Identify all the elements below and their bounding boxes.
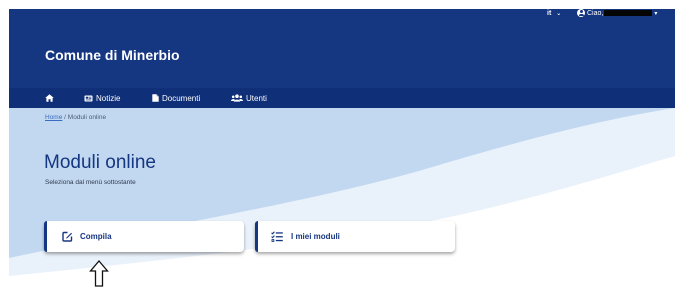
arrow-up-icon (89, 260, 109, 287)
nav-label: Utenti (246, 93, 267, 103)
users-icon (231, 94, 243, 102)
nav-label: Notizie (96, 93, 121, 103)
chevron-down-icon: ⌄ (556, 11, 562, 17)
main-nav: Notizie Documenti Utenti (9, 88, 675, 108)
language-label: it (547, 10, 552, 17)
nav-item-documenti[interactable]: Documenti (152, 88, 200, 108)
edit-icon (62, 231, 73, 242)
home-icon (45, 94, 54, 102)
document-icon (152, 94, 159, 102)
user-greeting: Ciao, (587, 9, 604, 17)
compila-card[interactable]: Compila (44, 221, 244, 252)
chevron-down-icon: ▾ (654, 10, 658, 17)
card-label: I miei moduli (291, 232, 340, 241)
user-icon (577, 9, 585, 17)
checklist-icon (271, 231, 283, 242)
redacted-username (604, 10, 653, 16)
user-menu[interactable]: Ciao, ▾ (577, 9, 657, 17)
nav-item-utenti[interactable]: Utenti (231, 88, 267, 108)
i-miei-moduli-card[interactable]: I miei moduli (255, 221, 455, 252)
breadcrumb-current: Moduli online (67, 114, 107, 121)
nav-item-notizie[interactable]: Notizie (84, 88, 120, 108)
language-selector[interactable]: it ⌄ (547, 10, 561, 17)
breadcrumb-home-link[interactable]: Home (45, 114, 62, 121)
nav-item-home[interactable] (45, 88, 57, 108)
card-label: Compila (80, 232, 112, 241)
site-title[interactable]: Comune di Minerbio (45, 47, 180, 63)
page-subtitle: Seleziona dal menù sottostante (45, 179, 136, 186)
nav-label: Documenti (162, 93, 201, 103)
newspaper-icon (84, 95, 93, 101)
page-title: Moduli online (44, 152, 156, 173)
breadcrumb-separator: / (64, 114, 66, 121)
breadcrumb: Home / Moduli online (45, 114, 106, 121)
